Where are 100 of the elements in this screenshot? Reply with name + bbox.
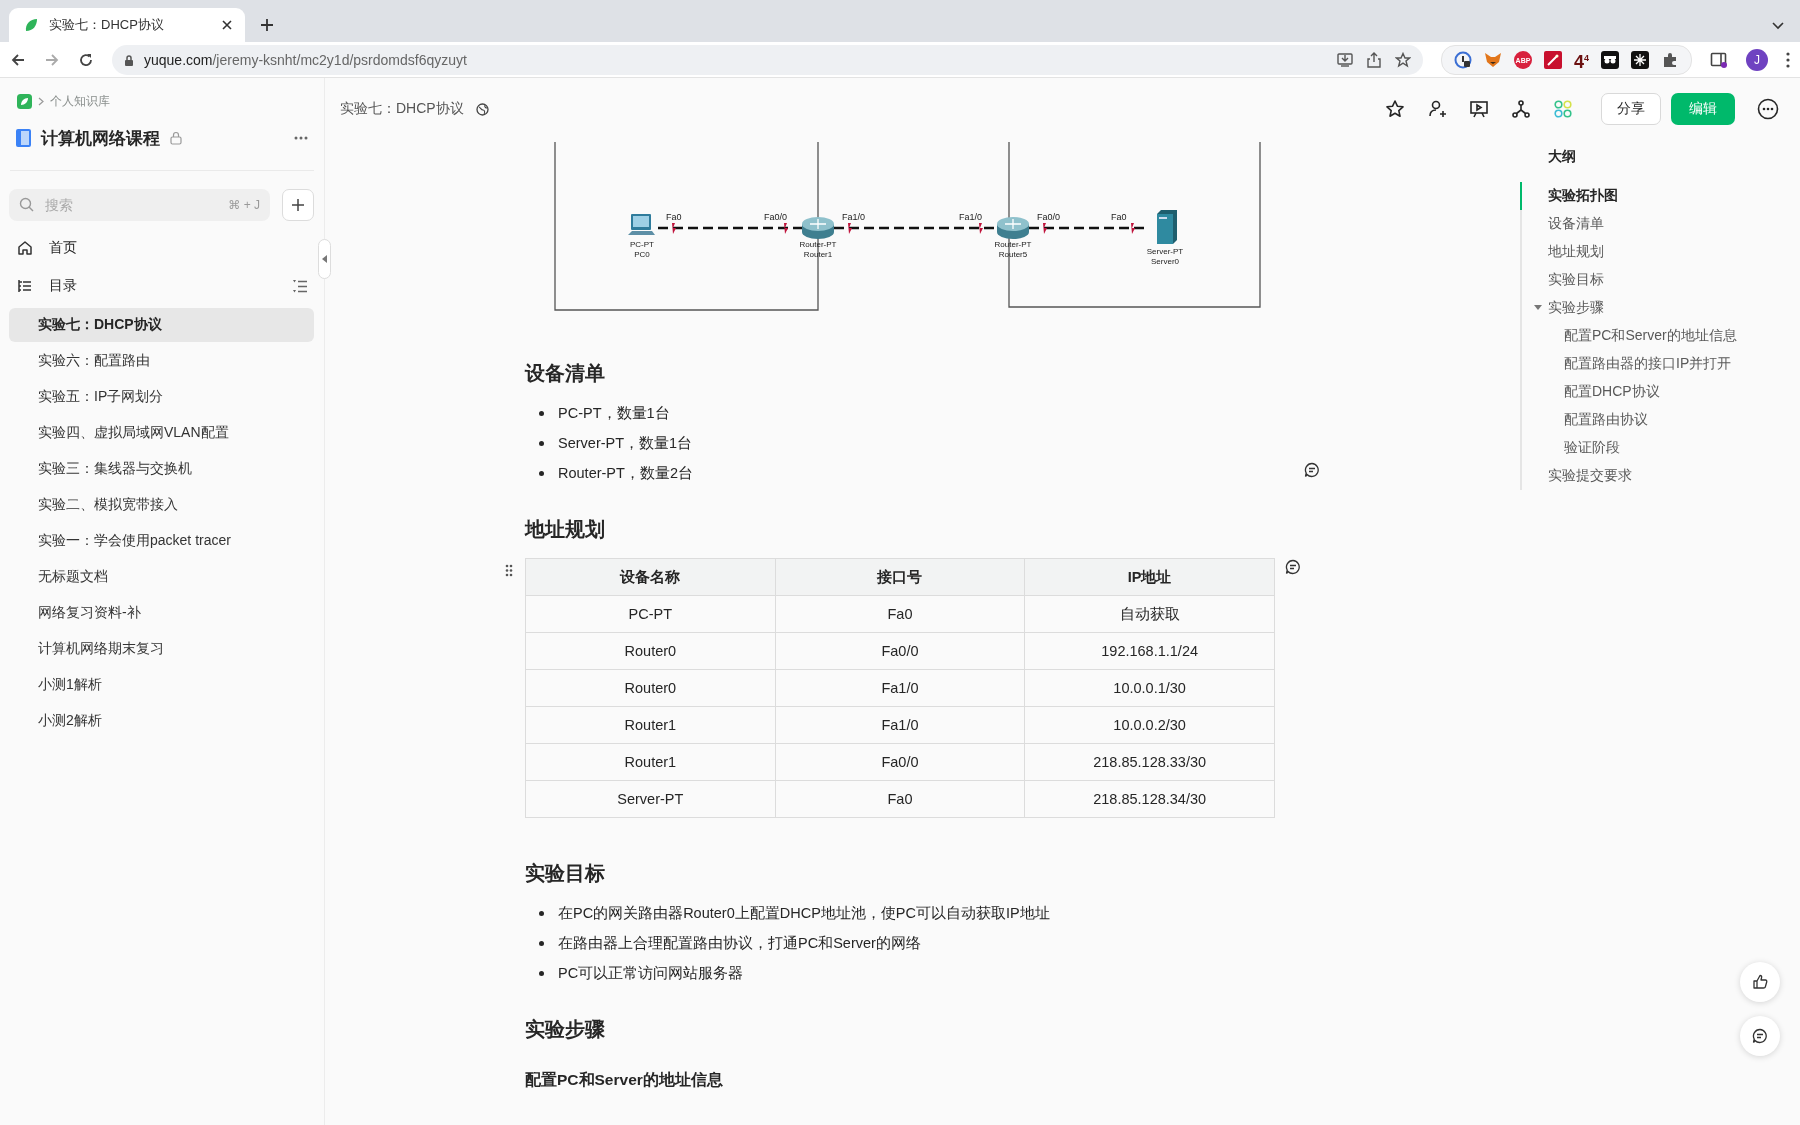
list-item-text: Server-PT，数量1台 — [558, 433, 693, 453]
tab-title: 实验七：DHCP协议 — [49, 16, 165, 34]
wand-icon[interactable] — [1543, 51, 1562, 69]
extension-badge[interactable]: 4$^{4}$ — [1573, 49, 1589, 71]
share-icon[interactable] — [1366, 52, 1381, 68]
add-user-icon[interactable] — [1427, 99, 1447, 119]
caret-down-icon[interactable] — [1534, 305, 1542, 311]
presentation-icon[interactable] — [1469, 99, 1489, 119]
list-toggle-icon[interactable] — [293, 279, 307, 293]
outline-link[interactable]: 地址规划 — [1548, 243, 1604, 261]
port-label: Fa0 — [666, 212, 682, 222]
snowflake-icon[interactable] — [1631, 51, 1649, 69]
outline-link[interactable]: 配置路由器的接口IP并打开 — [1564, 355, 1732, 373]
comment-icon[interactable] — [1304, 462, 1320, 478]
book-title: 计算机网络课程 — [41, 127, 160, 150]
doc-list-item[interactable]: 小测2解析 — [9, 704, 314, 738]
port-label: Fa0/0 — [764, 212, 787, 222]
bullet-dot — [539, 440, 544, 446]
device-name: PC0 — [634, 250, 650, 259]
port-label: Fa1/0 — [842, 212, 865, 222]
port-label: Fa1/0 — [959, 212, 982, 222]
column-header: 设备名称 — [525, 558, 776, 596]
outline-link[interactable]: 配置DHCP协议 — [1564, 383, 1660, 401]
outline-link[interactable]: 实验步骤 — [1548, 299, 1604, 317]
device-model: Router-PT — [799, 240, 837, 249]
search-icon — [19, 197, 34, 212]
more-icon[interactable] — [1757, 98, 1779, 120]
server-icon — [1157, 210, 1177, 244]
outline-link[interactable]: 配置路由协议 — [1564, 411, 1648, 429]
outline-link[interactable]: 验证阶段 — [1564, 439, 1620, 457]
section-heading: 实验步骤 — [525, 1017, 606, 1042]
reload-icon[interactable] — [78, 52, 94, 68]
browser-tab[interactable]: 实验七：DHCP协议 — [9, 8, 245, 42]
outline-link[interactable]: 配置PC和Server的地址信息 — [1564, 327, 1737, 345]
shortcut-hint: ⌘ + J — [228, 198, 260, 212]
table-cell: Fa0/0 — [775, 632, 1025, 670]
share-button[interactable]: 分享 — [1601, 93, 1661, 125]
doc-list-item[interactable]: 实验六：配置路由 — [9, 344, 314, 378]
add-button[interactable] — [282, 189, 314, 221]
bullet-dot — [539, 940, 544, 946]
url-text: yuque.com/jeremy-ksnht/mc2y1d/psrdomdsf6qyzuyt — [144, 52, 467, 68]
like-button[interactable] — [1740, 962, 1780, 1002]
doc-list-item[interactable]: 实验三：集线器与交换机 — [9, 452, 314, 486]
device-name: Router5 — [998, 250, 1028, 259]
new-tab-icon[interactable] — [259, 17, 275, 33]
table-cell: Fa1/0 — [775, 706, 1025, 744]
star-icon[interactable] — [1385, 99, 1405, 119]
comment-icon[interactable] — [1285, 559, 1301, 575]
outline-link[interactable]: 实验目标 — [1548, 271, 1604, 289]
back-icon[interactable] — [10, 52, 26, 68]
table-cell: 218.85.128.34/30 — [1024, 780, 1275, 818]
doc-list-item[interactable]: 计算机网络期末复习 — [9, 632, 314, 666]
list-item-text: 在PC的网关路由器Router0上配置DHCP地址池，使PC可以自动获取IP地址 — [558, 903, 1050, 923]
nav-link[interactable]: 首页 — [49, 239, 77, 257]
doc-list-item[interactable]: 实验七：DHCP协议 — [9, 308, 314, 342]
lock-icon — [124, 53, 134, 67]
fox-icon[interactable] — [1483, 51, 1502, 69]
column-header: IP地址 — [1024, 558, 1275, 596]
address-bar[interactable]: yuque.com/jeremy-ksnht/mc2y1d/psrdomdsf6qyzuyt — [112, 45, 1423, 75]
plus-icon — [291, 198, 305, 212]
table-cell: 自动获取 — [1024, 595, 1275, 633]
leaf-icon — [23, 17, 39, 33]
install-icon[interactable] — [1336, 52, 1353, 68]
outline-link[interactable]: 实验拓扑图 — [1548, 187, 1618, 205]
side-panel-icon[interactable] — [1710, 51, 1728, 69]
doc-list-item[interactable]: 实验五：IP子网划分 — [9, 380, 314, 414]
outline-title: 大纲 — [1547, 147, 1577, 166]
doc-list-item[interactable]: 实验一：学会使用packet tracer — [9, 524, 314, 558]
bullet-dot — [539, 970, 544, 976]
graph-icon[interactable] — [1511, 99, 1531, 119]
puzzle-icon[interactable] — [1661, 51, 1679, 69]
list-item-text: PC可以正常访问网站服务器 — [558, 963, 744, 983]
bullet-dot — [539, 910, 544, 916]
glasses-icon[interactable] — [1601, 51, 1619, 69]
app-logo-icon[interactable] — [17, 94, 32, 109]
doc-list-item[interactable]: 小测1解析 — [9, 668, 314, 702]
doc-list-item[interactable]: 实验四、虚拟局域网VLAN配置 — [9, 416, 314, 450]
menu-icon[interactable] — [1786, 52, 1790, 68]
doc-list-item[interactable]: 无标题文档 — [9, 560, 314, 594]
lock-icon — [170, 131, 182, 145]
globe-icon — [475, 102, 489, 116]
doc-title: 实验七：DHCP协议 — [340, 100, 464, 118]
close-icon[interactable] — [221, 19, 233, 31]
router-icon — [997, 217, 1029, 239]
outline-link[interactable]: 设备清单 — [1548, 215, 1604, 233]
port-label: Fa0 — [1111, 212, 1127, 222]
drag-handle-icon[interactable] — [505, 564, 513, 577]
comment-button[interactable] — [1740, 1016, 1780, 1056]
table-cell: Router1 — [525, 743, 776, 781]
doc-list-item[interactable]: 网络复习资料-补 — [9, 596, 314, 630]
nav-link[interactable]: 目录 — [49, 277, 77, 295]
outline-link[interactable]: 实验提交要求 — [1548, 467, 1632, 485]
collapse-handle[interactable] — [318, 239, 331, 279]
table-cell: 218.85.128.33/30 — [1024, 743, 1275, 781]
outline-icon — [17, 278, 33, 294]
thumbs-up-icon — [1752, 974, 1768, 990]
doc-list-item[interactable]: 实验二、模拟宽带接入 — [9, 488, 314, 522]
chevron-down-icon[interactable] — [1772, 22, 1784, 30]
avatar[interactable]: J — [1746, 49, 1768, 71]
bookmark-star-icon[interactable] — [1394, 52, 1411, 68]
